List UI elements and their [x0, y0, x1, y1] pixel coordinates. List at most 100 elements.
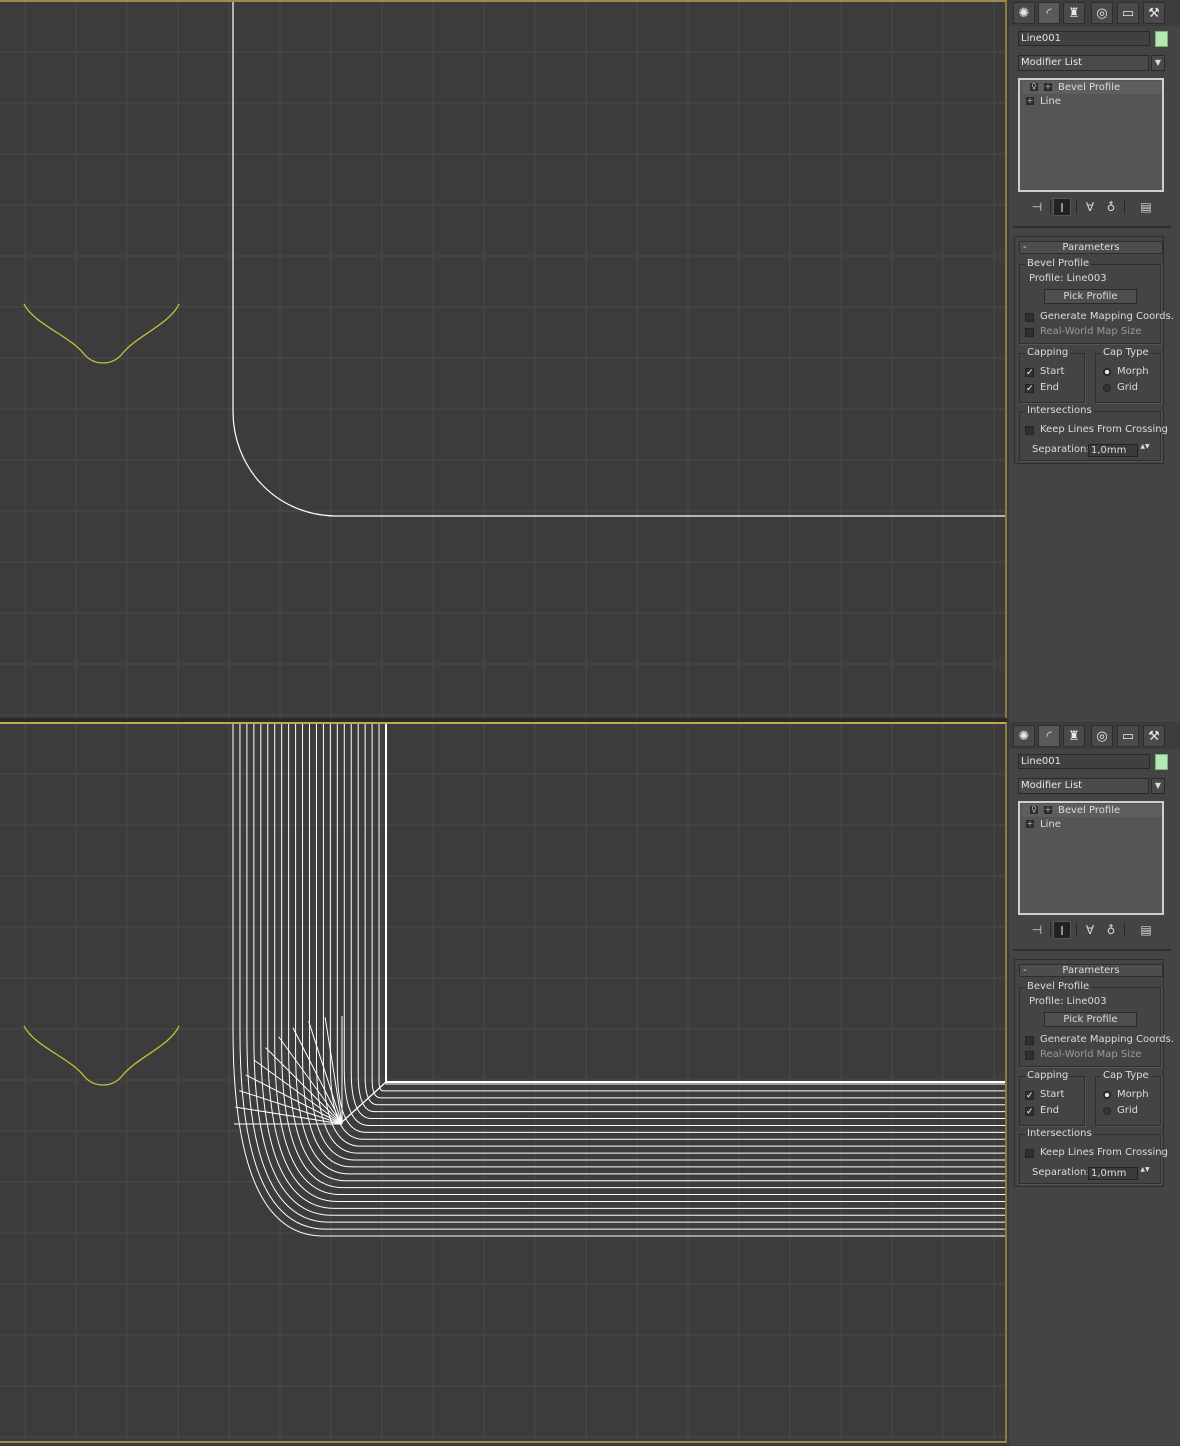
keep-lines-checkbox[interactable] [1025, 426, 1034, 435]
cap-start-label: Start [1040, 1089, 1065, 1100]
collapse-icon: - [1023, 242, 1027, 253]
modify-tab[interactable]: ◜ [1038, 725, 1060, 747]
modify-tab[interactable]: ◜ [1038, 2, 1060, 24]
cap-start-checkbox[interactable]: ✓ [1025, 1091, 1034, 1101]
configure-modifier-sets-icon: ▤ [1140, 923, 1152, 937]
modifier-list-dropdown[interactable]: Modifier List [1018, 778, 1149, 794]
chevron-down-icon[interactable]: ▼ [1151, 778, 1165, 794]
spinner-arrows-icon[interactable]: ▲▼ [1140, 1167, 1150, 1180]
separation-spinner-field[interactable]: 1,0mm [1088, 1167, 1138, 1180]
cap-end-checkbox[interactable]: ✓ [1025, 384, 1034, 394]
generate-mapping-checkbox[interactable] [1025, 1036, 1034, 1045]
create-icon: ✺ [1018, 728, 1030, 744]
show-end-result-button[interactable]: Ι [1053, 198, 1071, 216]
configure-modifier-sets-button[interactable]: ▤ [1137, 198, 1155, 216]
rollout-title: Parameters [1062, 965, 1120, 976]
pin-stack-button[interactable]: ⊣ [1028, 198, 1046, 216]
motion-tab[interactable]: ◎ [1091, 725, 1113, 747]
configure-modifier-sets-icon: ▤ [1140, 200, 1152, 214]
separation-label: Separation: [1032, 1167, 1090, 1178]
parameters-rollout-header[interactable]: - Parameters [1019, 964, 1163, 977]
show-end-result-button[interactable]: Ι [1053, 921, 1071, 939]
object-name-field[interactable]: Line001 [1018, 31, 1150, 46]
stack-item-bevel-profile[interactable]: ♀ + Bevel Profile [1022, 804, 1162, 817]
chevron-down-icon[interactable]: ▼ [1151, 55, 1165, 71]
hierarchy-tab[interactable]: ♜ [1063, 725, 1085, 747]
motion-icon: ◎ [1096, 5, 1108, 21]
lightbulb-icon[interactable]: ♀ [1030, 83, 1038, 91]
cap-morph-radio[interactable] [1103, 368, 1111, 376]
parameters-rollout-header[interactable]: - Parameters [1019, 241, 1163, 254]
viewport-top[interactable] [0, 0, 1007, 719]
configure-modifier-sets-button[interactable]: ▤ [1137, 921, 1155, 939]
keep-lines-label: Keep Lines From Crossing [1040, 1147, 1168, 1158]
pin-stack-button[interactable]: ⊣ [1028, 921, 1046, 939]
lightbulb-icon[interactable]: ♀ [1030, 806, 1038, 814]
divider [1124, 200, 1125, 214]
generate-mapping-checkbox[interactable] [1025, 313, 1034, 322]
panel-divider [1013, 949, 1171, 951]
expand-icon[interactable]: + [1026, 820, 1034, 828]
create-tab[interactable]: ✺ [1013, 2, 1035, 24]
stack-item-line[interactable]: + Line [1022, 95, 1162, 108]
make-unique-button[interactable]: ∀ [1081, 198, 1099, 216]
cap-grid-radio[interactable] [1103, 384, 1111, 392]
stack-item-bevel-profile[interactable]: ♀ + Bevel Profile [1022, 81, 1162, 94]
display-tab[interactable]: ▭ [1117, 2, 1139, 24]
make-unique-icon: ∀ [1085, 200, 1095, 214]
modify-icon: ◜ [1046, 5, 1052, 21]
group-title: Bevel Profile [1025, 981, 1092, 993]
cap-start-checkbox[interactable]: ✓ [1025, 368, 1034, 378]
display-tab[interactable]: ▭ [1117, 725, 1139, 747]
mesh-strand [378, 724, 1005, 1092]
viewport-top-canvas[interactable] [0, 2, 1005, 719]
divider [1050, 200, 1051, 214]
remove-modifier-icon: ♁ [1106, 923, 1116, 937]
utilities-tab[interactable]: ⚒ [1143, 725, 1165, 747]
motion-tab[interactable]: ◎ [1091, 2, 1113, 24]
object-name-field[interactable]: Line001 [1018, 754, 1150, 769]
panel-divider [1013, 226, 1171, 228]
grid [0, 2, 1005, 719]
parameters-rollout: - Parameters Bevel Profile Profile: Line… [1014, 959, 1174, 1187]
spinner-arrows-icon[interactable]: ▲▼ [1140, 444, 1150, 457]
mesh-strand [246, 724, 1005, 1223]
cap-grid-label: Grid [1117, 382, 1138, 393]
group-title: Intersections [1025, 1128, 1094, 1140]
group-title: Capping [1025, 1070, 1071, 1082]
pick-profile-button[interactable]: Pick Profile [1044, 1012, 1137, 1027]
expand-icon[interactable]: + [1026, 97, 1034, 105]
utilities-icon: ⚒ [1148, 728, 1160, 744]
mesh-strand [309, 724, 1005, 1161]
pick-profile-button[interactable]: Pick Profile [1044, 289, 1137, 304]
keep-lines-checkbox[interactable] [1025, 1149, 1034, 1158]
divider [1076, 200, 1077, 214]
separation-spinner-field[interactable]: 1,0mm [1088, 444, 1138, 457]
remove-modifier-button[interactable]: ♁ [1102, 921, 1120, 939]
create-tab[interactable]: ✺ [1013, 725, 1035, 747]
real-world-map-checkbox[interactable] [1025, 328, 1034, 337]
cap-end-checkbox[interactable]: ✓ [1025, 1107, 1034, 1117]
modifier-list-dropdown[interactable]: Modifier List [1018, 55, 1149, 71]
object-color-swatch[interactable] [1155, 754, 1168, 770]
real-world-map-checkbox[interactable] [1025, 1051, 1034, 1060]
group-title: Capping [1025, 347, 1071, 359]
mesh-strand [350, 724, 1005, 1120]
mesh-fan-line [254, 1060, 343, 1125]
expand-icon[interactable]: + [1044, 806, 1052, 814]
cap-morph-radio[interactable] [1103, 1091, 1111, 1099]
make-unique-button[interactable]: ∀ [1081, 921, 1099, 939]
profile-label: Profile: Line003 [1029, 996, 1107, 1007]
viewport-bottom[interactable] [0, 722, 1007, 1443]
remove-modifier-button[interactable]: ♁ [1102, 198, 1120, 216]
collapse-icon: - [1023, 965, 1027, 976]
expand-icon[interactable]: + [1044, 83, 1052, 91]
stack-item-line[interactable]: + Line [1022, 818, 1162, 831]
stack-toolbar: ⊣ Ι ∀ ♁ ▤ [1018, 921, 1168, 939]
hierarchy-tab[interactable]: ♜ [1063, 2, 1085, 24]
object-color-swatch[interactable] [1155, 31, 1168, 47]
cap-grid-radio[interactable] [1103, 1107, 1111, 1115]
motion-icon: ◎ [1096, 728, 1108, 744]
utilities-tab[interactable]: ⚒ [1143, 2, 1165, 24]
viewport-bottom-canvas[interactable] [0, 724, 1005, 1441]
